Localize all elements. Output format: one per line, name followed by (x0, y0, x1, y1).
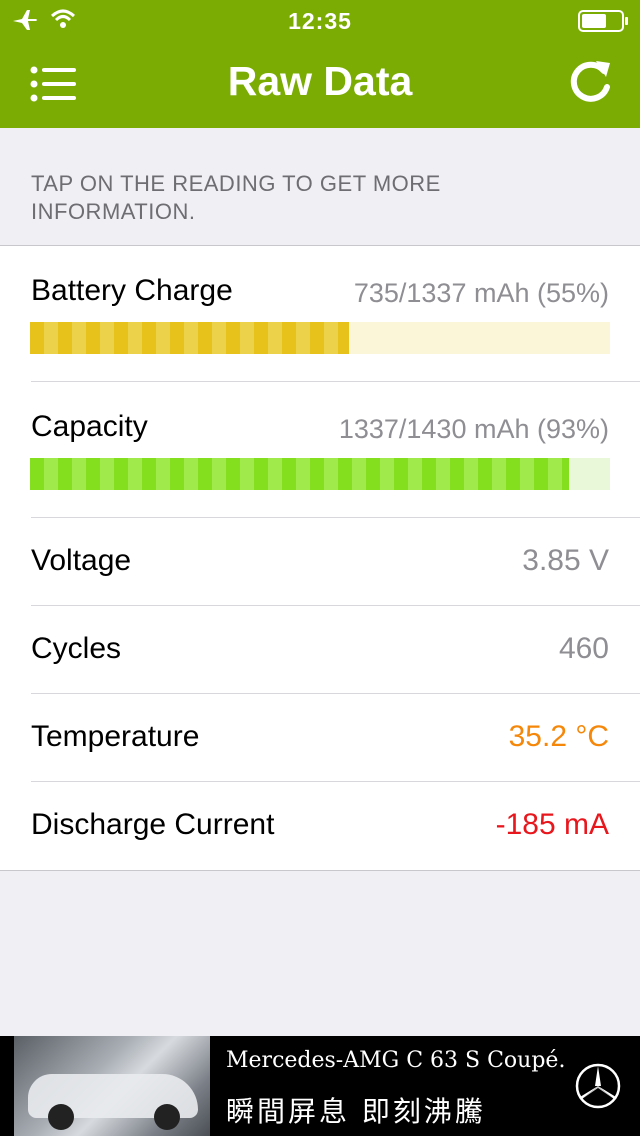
capacity-value: 1337/1430 mAh (93%) (338, 414, 609, 444)
battery-charge-bar-fill (30, 322, 349, 354)
status-bar: 12:35 (0, 0, 640, 40)
discharge-current-row[interactable]: Discharge Current -185 mA (0, 782, 640, 870)
discharge-current-label: Discharge Current (31, 808, 275, 841)
capacity-bar (30, 458, 610, 490)
battery-charge-value: 735/1337 mAh (55%) (353, 278, 609, 308)
cycles-value: 460 (558, 632, 609, 665)
cycles-row[interactable]: Cycles 460 (0, 606, 640, 694)
battery-charge-row[interactable]: Battery Charge 735/1337 mAh (55%) (0, 246, 640, 382)
battery-charge-bar (30, 322, 610, 354)
temperature-value: 35.2 °C (508, 720, 609, 753)
ad-car-image (14, 1036, 210, 1136)
temperature-row[interactable]: Temperature 35.2 °C (0, 694, 640, 782)
capacity-row[interactable]: Capacity 1337/1430 mAh (93%) (0, 382, 640, 518)
battery-icon (578, 10, 630, 37)
ad-headline: Mercedes-AMG C 63 S Coupé. (226, 1048, 566, 1073)
capacity-label: Capacity (31, 410, 148, 443)
ad-tagline: 瞬間屏息 即刻沸騰 (226, 1095, 486, 1128)
readings-list: Battery Charge 735/1337 mAh (55%) Capaci… (0, 245, 640, 871)
battery-charge-label: Battery Charge (31, 274, 233, 307)
ad-banner[interactable]: Mercedes-AMG C 63 S Coupé. 瞬間屏息 即刻沸騰 (0, 1036, 640, 1136)
temperature-label: Temperature (31, 720, 200, 753)
voltage-row[interactable]: Voltage 3.85 V (0, 518, 640, 606)
nav-bar: Raw Data (0, 40, 640, 128)
page-title: Raw Data (227, 58, 413, 104)
voltage-value: 3.85 V (522, 544, 609, 577)
status-time: 12:35 (288, 8, 352, 34)
hint-text: TAP ON THE READING TO GET MORE INFORMATI… (31, 171, 441, 224)
discharge-current-value: -185 mA (495, 808, 609, 841)
mercedes-star-icon (574, 1062, 622, 1115)
capacity-bar-fill (30, 458, 570, 490)
cycles-label: Cycles (31, 632, 122, 665)
refresh-icon[interactable] (566, 57, 616, 107)
voltage-label: Voltage (31, 544, 132, 577)
